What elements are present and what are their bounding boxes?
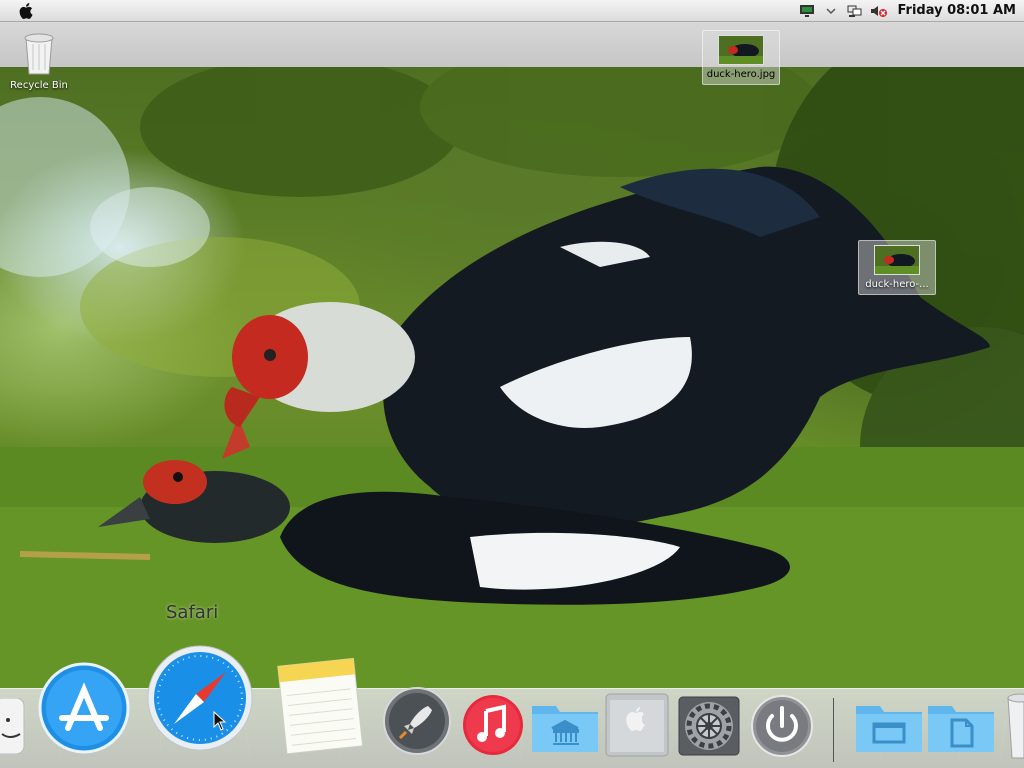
desktop-icon-label: Recycle Bin [10, 80, 68, 91]
power-icon[interactable] [750, 694, 814, 762]
chevron-down-icon[interactable] [822, 3, 840, 19]
network-icon[interactable] [846, 3, 864, 19]
clock[interactable]: Friday 08:01 AM [898, 3, 1017, 18]
safari-icon[interactable] [146, 644, 254, 756]
desktop-top-strip [0, 22, 1024, 67]
dock-separator [833, 698, 834, 762]
dock-tooltip: Safari [166, 602, 219, 623]
mac-pro-icon[interactable] [604, 692, 670, 762]
music-icon[interactable] [462, 694, 524, 760]
library-folder-icon[interactable] [530, 700, 600, 758]
notes-icon[interactable] [274, 652, 368, 760]
trash-icon[interactable] [1004, 692, 1024, 764]
desktop-icon-label: duck-hero.jpg [706, 69, 776, 80]
desktop-icon-duck-hero-2[interactable]: duck-hero-... [858, 240, 936, 295]
desktop-icon-duck-hero-jpg[interactable]: duck-hero.jpg [702, 30, 780, 85]
mouse-cursor-icon [213, 711, 227, 731]
desktop-folder-icon[interactable] [854, 700, 924, 758]
volume-muted-icon[interactable] [870, 3, 888, 19]
menu-bar: Friday 08:01 AM [0, 0, 1024, 22]
desktop-icon-recycle-bin[interactable]: Recycle Bin [0, 30, 78, 91]
monitor-icon[interactable] [798, 3, 816, 19]
image-thumbnail [718, 35, 764, 65]
image-thumbnail [874, 245, 920, 275]
app-store-icon[interactable] [38, 662, 130, 758]
desktop-icon-label: duck-hero-... [865, 279, 929, 290]
launchpad-icon[interactable] [382, 686, 452, 760]
trash-icon [24, 33, 54, 75]
apple-menu-icon[interactable] [0, 0, 52, 22]
system-preferences-icon[interactable] [678, 696, 740, 760]
documents-folder-icon[interactable] [926, 700, 996, 758]
finder-icon[interactable] [0, 697, 26, 758]
